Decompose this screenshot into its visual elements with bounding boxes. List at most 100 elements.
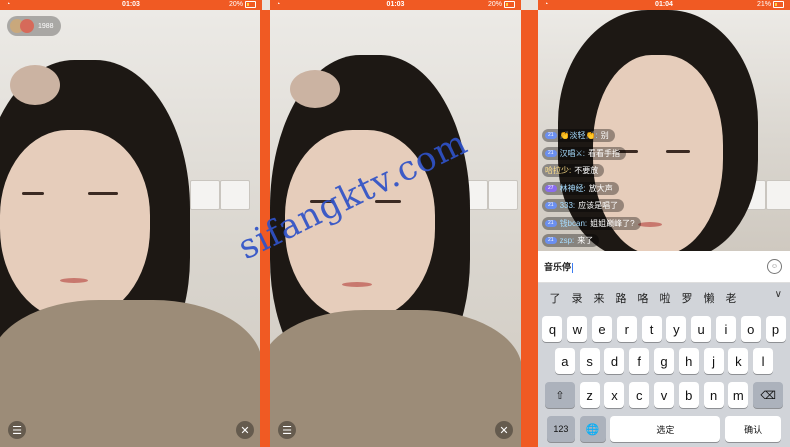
status-time: 01:03 (386, 1, 405, 8)
battery-icon (773, 0, 784, 8)
key[interactable]: c (629, 382, 650, 408)
status-bar: ◔ 01:04 21% (538, 0, 790, 10)
key[interactable]: n (703, 382, 724, 408)
chat-username[interactable]: 林神经: (560, 183, 586, 194)
candidate[interactable]: 老 (720, 290, 742, 306)
key[interactable]: q (542, 316, 563, 342)
chat-input-bar: 音乐停 ☺ (538, 251, 790, 283)
chat-text: 来了 (577, 236, 594, 246)
candidate[interactable]: 罗 (676, 290, 698, 306)
key-row-2: a s d f g h j k l (538, 348, 790, 374)
frame-edge (521, 10, 538, 447)
key[interactable]: l (753, 348, 774, 374)
chat-text: 不要放 (574, 166, 599, 176)
key[interactable]: m (728, 382, 749, 408)
confirm-key[interactable]: 确认 (725, 416, 782, 442)
battery-percent: 21% (756, 1, 771, 8)
live-stream-panel-3: ◔ 01:04 21% 21 👏淡轻👏: 别 21 汉唱⚔: 看看手指 哈拉少: 不要放 … (538, 0, 790, 447)
battery-percent: 20% (487, 1, 502, 8)
chat-message-list: 21 👏淡轻👏: 别 21 汉唱⚔: 看看手指 哈拉少: 不要放 27 林神经: 放大声 21… (542, 128, 702, 251)
candidate[interactable]: 咯 (632, 290, 654, 306)
text-caret (572, 262, 574, 273)
chat-message: 21 汉唱⚔: 看看手指 (542, 146, 702, 162)
key[interactable]: h (678, 348, 699, 374)
key[interactable]: v (654, 382, 674, 408)
comment-icon[interactable]: ☰ (8, 421, 26, 439)
close-icon[interactable]: ✕ (236, 421, 254, 439)
chat-username[interactable]: 哈拉少: (545, 165, 571, 176)
video-frame (0, 10, 262, 447)
backspace-icon[interactable]: ⌫ (753, 382, 784, 408)
chat-message: 哈拉少: 不要放 (542, 163, 702, 179)
chat-message: 21 👏淡轻👏: 别 (542, 128, 702, 144)
battery-indicator: 21% (757, 0, 784, 10)
numbers-key[interactable]: 123 (546, 416, 575, 442)
emoji-icon[interactable]: ☺ (767, 259, 782, 274)
key[interactable]: p (765, 316, 786, 342)
chat-message: 27 林神经: 放大声 (542, 181, 702, 197)
chat-username[interactable]: 👏淡轻👏: (560, 130, 598, 141)
chat-username[interactable]: 333: (560, 201, 576, 210)
candidate[interactable]: 了 (544, 290, 566, 306)
status-time: 01:04 (655, 1, 673, 8)
candidate[interactable]: 路 (610, 290, 632, 306)
key[interactable]: y (666, 316, 687, 342)
key[interactable]: k (728, 348, 749, 374)
key[interactable]: d (604, 348, 625, 374)
battery-percent: 20% (228, 1, 243, 8)
key[interactable]: u (691, 316, 712, 342)
key[interactable]: b (678, 382, 699, 408)
status-time: 01:03 (122, 1, 140, 8)
key[interactable]: e (592, 316, 613, 342)
chat-message: 21 zsp: 来了 (542, 233, 702, 249)
status-bar: ◔ 01:03 20% (270, 0, 521, 10)
shift-key[interactable]: ⇧ (544, 382, 575, 408)
close-icon[interactable]: ✕ (495, 421, 513, 439)
candidate[interactable]: 啦 (654, 290, 676, 306)
chevron-down-icon[interactable]: ∨ (775, 289, 782, 300)
status-bar: ◔ 01:03 20% (0, 0, 262, 10)
key[interactable]: r (616, 316, 637, 342)
chat-text: 应该是唱了 (578, 201, 619, 211)
comment-icon[interactable]: ☰ (278, 421, 296, 439)
key[interactable]: w (567, 316, 588, 342)
chat-username[interactable]: 汉唱⚔: (560, 148, 585, 159)
battery-icon (245, 0, 256, 8)
chat-text: 放大声 (588, 183, 613, 193)
key[interactable]: a (554, 348, 575, 374)
candidate[interactable]: 懒 (698, 290, 720, 306)
key[interactable]: x (604, 382, 625, 408)
candidate-bar: 了 录 来 路 咯 啦 罗 懒 老 ∨ (538, 283, 790, 313)
keyboard: 了 录 来 路 咯 啦 罗 懒 老 ∨ q w e r t y u i o p … (538, 283, 790, 447)
key[interactable]: z (579, 382, 600, 408)
chat-username[interactable]: zsp: (560, 236, 575, 245)
host-info-pill[interactable]: 1988 (7, 16, 61, 36)
chat-message: 21 钱bcan: 姐姐巅峰了? (542, 216, 702, 232)
key[interactable]: s (579, 348, 600, 374)
key[interactable]: o (740, 316, 761, 342)
globe-icon[interactable]: 🌐 (579, 416, 606, 442)
key-row-3: ⇧ z x c v b n m ⌫ (538, 382, 790, 408)
candidate[interactable]: 录 (566, 290, 588, 306)
chat-username[interactable]: 钱bcan: (560, 218, 588, 229)
battery-indicator: 20% (488, 0, 515, 10)
space-key[interactable]: 选定 (610, 416, 721, 442)
chat-text: 姐姐巅峰了? (590, 218, 635, 228)
host-avatar-secondary (20, 19, 34, 33)
chat-message: 21 333: 应该是唱了 (542, 198, 702, 214)
key[interactable]: t (641, 316, 662, 342)
host-id: 1988 (38, 22, 54, 30)
battery-icon (504, 0, 515, 8)
chat-input[interactable]: 音乐停 (544, 260, 574, 273)
key-row-1: q w e r t y u i o p (538, 316, 790, 342)
live-stream-panel-1: ◔ 01:03 20% 1988 ☰ ✕ (0, 0, 262, 447)
key[interactable]: i (715, 316, 736, 342)
key[interactable]: j (703, 348, 724, 374)
battery-indicator: 20% (229, 0, 256, 10)
chat-text: 看看手指 (587, 148, 620, 158)
key[interactable]: g (654, 348, 674, 374)
key-row-4: 123 🌐 选定 确认 (538, 416, 790, 442)
key[interactable]: f (629, 348, 650, 374)
candidate[interactable]: 来 (588, 290, 610, 306)
chat-text: 别 (600, 131, 609, 141)
